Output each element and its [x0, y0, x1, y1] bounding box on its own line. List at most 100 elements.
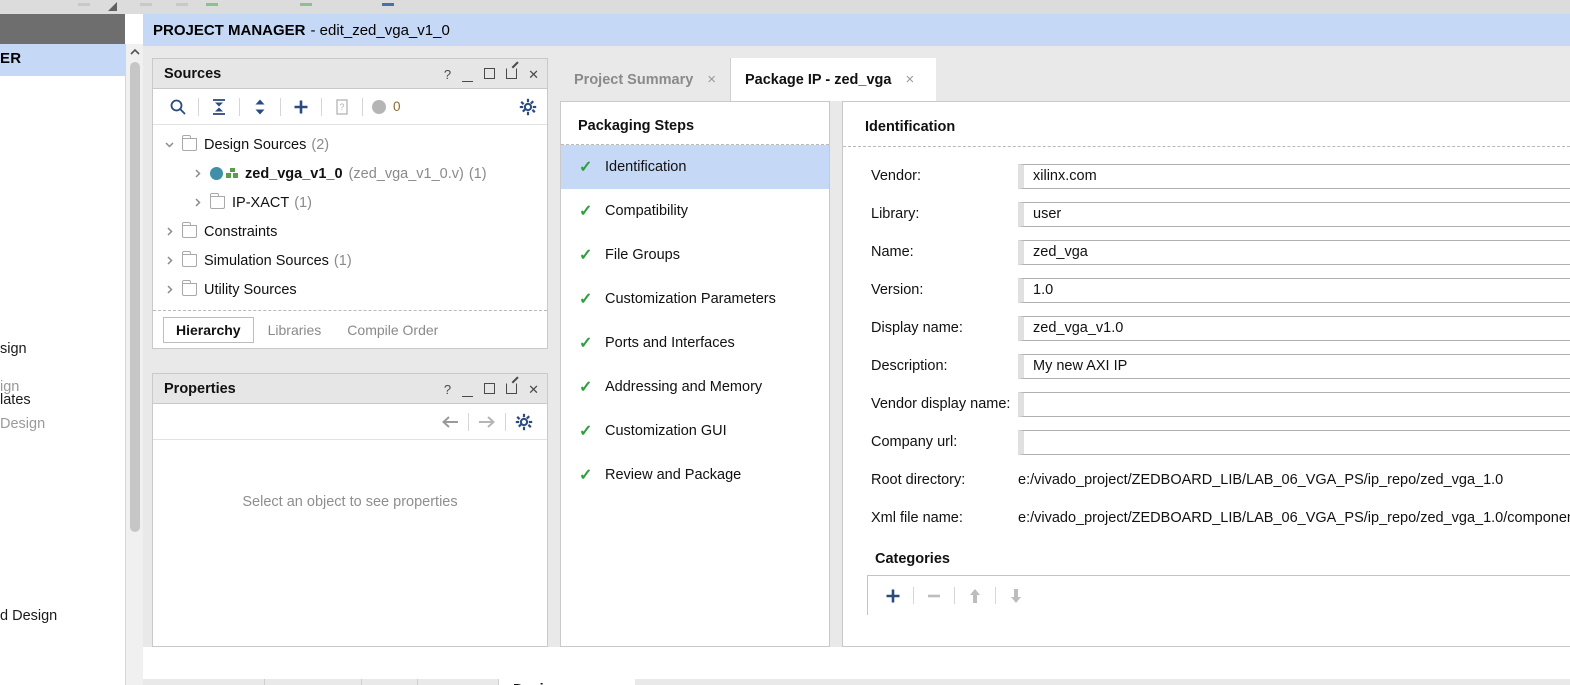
sources-tree: Design Sources (2) zed_vga_v1_0 (zed_vga… — [153, 125, 547, 304]
flow-nav-item-4[interactable]: d Design — [0, 608, 57, 624]
tab-hierarchy[interactable]: Hierarchy — [163, 317, 254, 343]
description-input[interactable]: My new AXI IP — [1018, 354, 1570, 379]
tree-item-count: (1) — [294, 195, 312, 211]
check-icon: ✓ — [579, 465, 605, 485]
company-url-input[interactable] — [1018, 430, 1570, 455]
step-compatibility[interactable]: ✓ Compatibility — [561, 189, 829, 233]
flow-navigator-scrollbar[interactable] — [125, 44, 143, 685]
gear-icon[interactable] — [509, 407, 539, 437]
sources-panel: Sources ? ✕ — [152, 58, 548, 349]
properties-panel-header: Properties ? ✕ — [153, 374, 547, 404]
field-label: Display name: — [843, 320, 1018, 336]
tree-item-ip-xact[interactable]: IP-XACT (1) — [153, 188, 547, 217]
check-icon: ✓ — [579, 201, 605, 221]
name-input[interactable]: zed_vga — [1018, 240, 1570, 265]
identification-panel: Identification Vendor: xilinx.com Librar… — [842, 101, 1570, 647]
version-input[interactable]: 1.0 — [1018, 278, 1570, 303]
chevron-right-icon[interactable] — [192, 168, 208, 179]
flow-navigator-title: ER — [0, 50, 21, 67]
check-icon: ✓ — [579, 421, 605, 441]
tab-messages[interactable]: Messages — [265, 679, 362, 685]
vendor-input[interactable]: xilinx.com — [1018, 164, 1570, 189]
tab-design-runs[interactable]: Design Runs × — [499, 679, 635, 685]
close-icon[interactable]: ✕ — [528, 383, 539, 396]
collapse-all-icon[interactable] — [202, 92, 236, 122]
flow-navigator-header — [0, 14, 125, 44]
tab-reports[interactable]: Reports — [418, 679, 499, 685]
chevron-right-icon[interactable] — [164, 284, 180, 295]
scroll-up-icon[interactable] — [129, 46, 141, 58]
step-identification[interactable]: ✓ Identification — [561, 145, 829, 189]
vendor-display-name-input[interactable] — [1018, 392, 1570, 417]
module-status-icon — [210, 167, 223, 180]
field-row-version: Version: 1.0 — [843, 271, 1570, 309]
tree-item-label: Design Sources — [204, 137, 306, 153]
arrow-left-icon[interactable] — [435, 407, 465, 437]
field-row-vendor: Vendor: xilinx.com — [843, 157, 1570, 195]
step-addressing-and-memory[interactable]: ✓ Addressing and Memory — [561, 365, 829, 409]
close-icon[interactable]: ✕ — [528, 68, 539, 81]
remove-category-button[interactable] — [917, 582, 951, 610]
tree-item-constraints[interactable]: Constraints — [153, 217, 547, 246]
packaging-steps-panel: Packaging Steps ✓ Identification ✓ Compa… — [560, 101, 830, 647]
console-tab-bar: Tcl Console Messages Log Reports Design … — [143, 679, 1570, 685]
field-row-display-name: Display name: zed_vga_v1.0 — [843, 309, 1570, 347]
library-input[interactable]: user — [1018, 202, 1570, 227]
packaging-steps-title: Packaging Steps — [561, 102, 829, 144]
tab-libraries[interactable]: Libraries — [256, 318, 334, 342]
field-label: Vendor: — [843, 168, 1018, 184]
help-icon[interactable]: ? — [444, 383, 451, 396]
chevron-right-icon[interactable] — [192, 197, 208, 208]
move-down-button[interactable] — [999, 582, 1033, 610]
display-name-input[interactable]: zed_vga_v1.0 — [1018, 316, 1570, 341]
step-customization-parameters[interactable]: ✓ Customization Parameters — [561, 277, 829, 321]
tree-item-utility-sources[interactable]: Utility Sources — [153, 275, 547, 304]
tab-tcl-console[interactable]: Tcl Console — [152, 679, 265, 685]
search-icon[interactable] — [161, 92, 195, 122]
tab-project-summary[interactable]: Project Summary × — [560, 58, 731, 101]
step-review-and-package[interactable]: ✓ Review and Package — [561, 453, 829, 497]
chevron-right-icon[interactable] — [164, 255, 180, 266]
tree-item-design-sources[interactable]: Design Sources (2) — [153, 130, 547, 159]
close-icon[interactable]: × — [707, 71, 716, 88]
tab-package-ip[interactable]: Package IP - zed_vga × — [731, 58, 936, 101]
flow-nav-item-1[interactable]: sign — [0, 341, 27, 357]
chevron-down-icon[interactable] — [164, 139, 180, 150]
tree-item-simulation-sources[interactable]: Simulation Sources (1) — [153, 246, 547, 275]
scrollbar-thumb[interactable] — [130, 62, 140, 532]
flow-nav-item-3[interactable]: Design — [0, 416, 45, 432]
step-file-groups[interactable]: ✓ File Groups — [561, 233, 829, 277]
minimize-icon[interactable] — [462, 68, 473, 81]
field-label: Description: — [843, 358, 1018, 374]
expand-all-icon[interactable] — [243, 92, 277, 122]
help-icon[interactable]: ? — [444, 68, 451, 81]
move-up-button[interactable] — [958, 582, 992, 610]
properties-panel-title: Properties — [153, 381, 236, 397]
maximize-icon[interactable] — [484, 68, 495, 81]
step-customization-gui[interactable]: ✓ Customization GUI — [561, 409, 829, 453]
field-row-name: Name: zed_vga — [843, 233, 1570, 271]
add-category-button[interactable] — [876, 582, 910, 610]
maximize-icon[interactable] — [484, 383, 495, 396]
gear-icon[interactable] — [519, 89, 537, 125]
field-label: Company url: — [843, 434, 1018, 450]
chevron-right-icon[interactable] — [164, 226, 180, 237]
add-sources-icon[interactable] — [284, 92, 318, 122]
field-row-xml-file-name: Xml file name: e:/vivado_project/ZEDBOAR… — [843, 499, 1570, 537]
sources-view-tabs: Hierarchy Libraries Compile Order — [153, 310, 547, 348]
field-row-root-directory: Root directory: e:/vivado_project/ZEDBOA… — [843, 461, 1570, 499]
minimize-icon[interactable] — [462, 383, 473, 396]
close-icon[interactable]: × — [905, 71, 914, 88]
tab-compile-order[interactable]: Compile Order — [335, 318, 450, 342]
field-row-company-url: Company url: — [843, 423, 1570, 461]
report-icon[interactable]: ? — [325, 92, 359, 122]
arrow-right-icon[interactable] — [472, 407, 502, 437]
step-ports-and-interfaces[interactable]: ✓ Ports and Interfaces — [561, 321, 829, 365]
tab-log[interactable]: Log — [362, 679, 418, 685]
resize-handle-icon — [108, 2, 117, 11]
float-icon[interactable] — [506, 383, 517, 396]
flow-nav-item-2[interactable]: ign — [0, 379, 19, 395]
float-icon[interactable] — [506, 68, 517, 81]
svg-text:?: ? — [339, 102, 344, 112]
tree-item-zed-vga-v1-0[interactable]: zed_vga_v1_0 (zed_vga_v1_0.v) (1) — [153, 159, 547, 188]
